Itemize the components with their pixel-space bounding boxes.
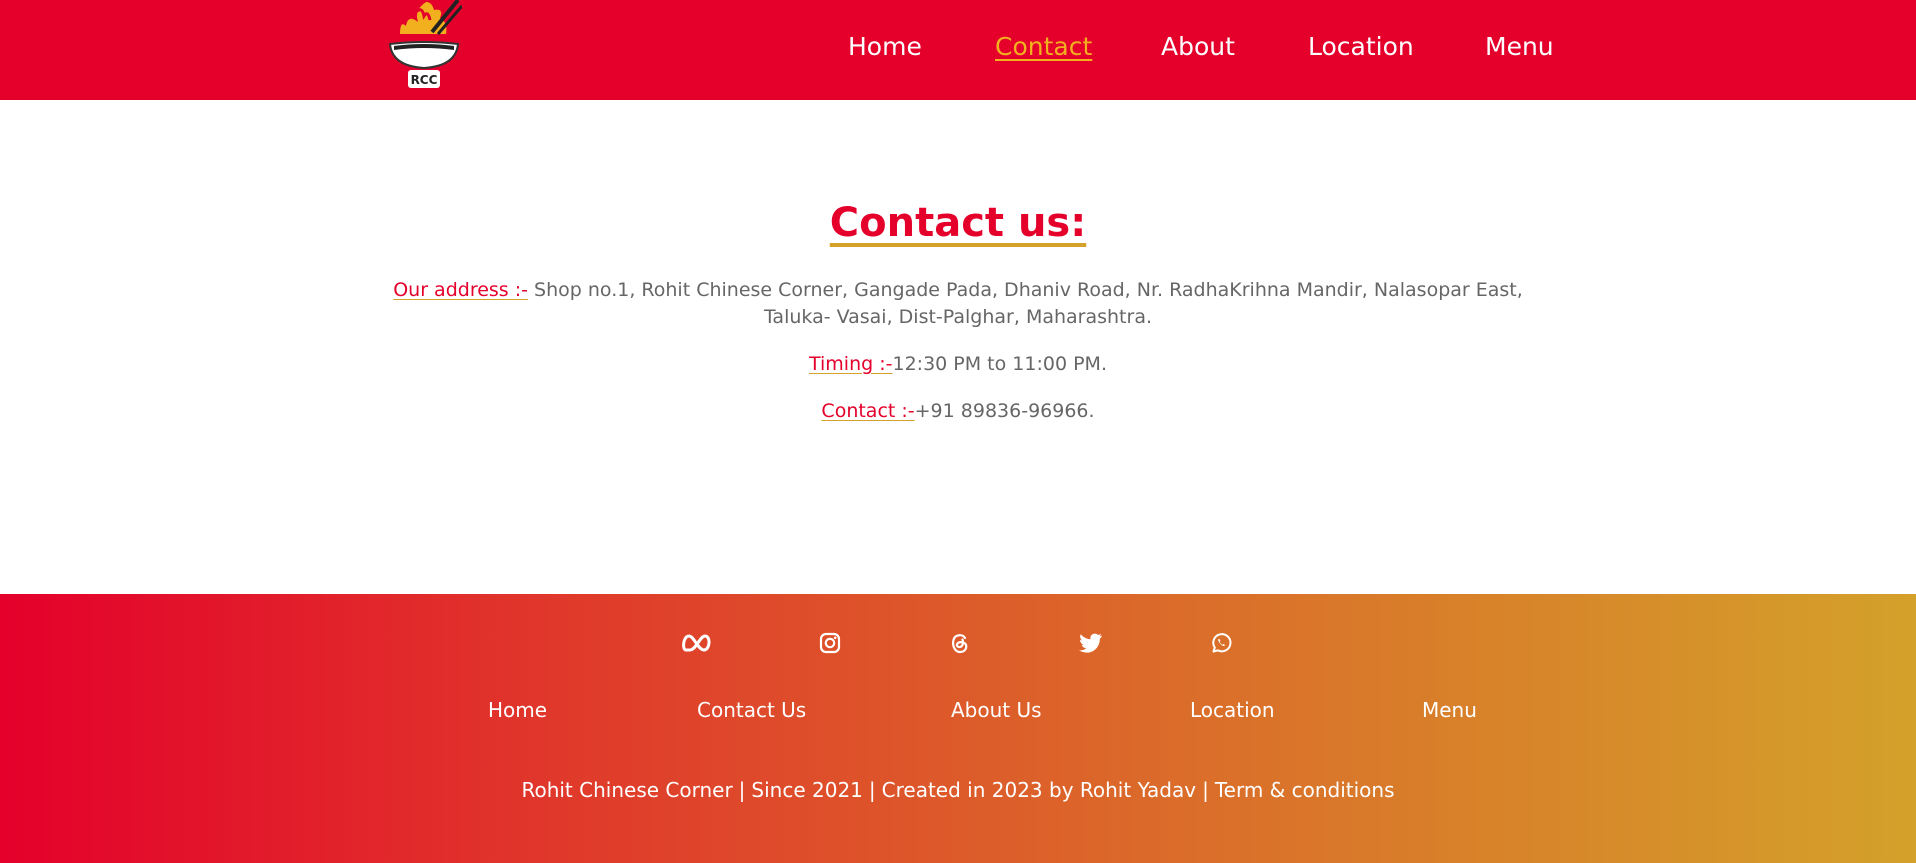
nav-location[interactable]: Location (1308, 32, 1414, 61)
footer-link-home[interactable]: Home (488, 698, 547, 722)
footer-link-contact-us[interactable]: Contact Us (697, 698, 806, 722)
page-title: Contact us: (0, 200, 1916, 246)
threads-icon[interactable] (945, 628, 975, 658)
since-text: Since 2021 (751, 778, 863, 802)
main-nav: Home Contact About Location Menu (0, 32, 1916, 72)
page-title-text: Contact us: (829, 200, 1087, 246)
instagram-icon[interactable] (815, 628, 845, 658)
address-line-2: Taluka- Vasai, Dist-Palghar, Maharashtra… (763, 306, 1153, 328)
meta-icon[interactable] (682, 628, 712, 658)
footer-link-about-us[interactable]: About Us (951, 698, 1042, 722)
phone-paragraph: Contact :-+91 89836-96966. (380, 398, 1536, 425)
contact-label: Contact :- (821, 400, 915, 422)
separator: | (1202, 778, 1209, 802)
whatsapp-icon[interactable] (1206, 628, 1236, 658)
address-label: Our address :- (393, 279, 528, 301)
created-by-text: Created in 2023 by Rohit Yadav (881, 778, 1197, 802)
nav-menu[interactable]: Menu (1485, 32, 1554, 61)
timing-paragraph: Timing :-12:30 PM to 11:00 PM. (380, 351, 1536, 378)
separator: | (738, 778, 746, 802)
timing-value: 12:30 PM to 11:00 PM. (892, 353, 1107, 375)
nav-home[interactable]: Home (848, 32, 922, 61)
address-paragraph: Our address :- Shop no.1, Rohit Chinese … (380, 277, 1536, 331)
timing-label: Timing :- (809, 353, 893, 375)
terms-link[interactable]: Term & conditions (1215, 778, 1395, 802)
site-header: RCC Home Contact About Location Menu (0, 0, 1916, 100)
address-line-1: Shop no.1, Rohit Chinese Corner, Gangade… (528, 279, 1523, 301)
nav-contact[interactable]: Contact (995, 32, 1092, 61)
contact-value[interactable]: +91 89836-96966. (915, 400, 1095, 422)
nav-about[interactable]: About (1161, 32, 1235, 61)
brand-name-text: Rohit Chinese Corner (521, 778, 733, 802)
twitter-icon[interactable] (1076, 628, 1106, 658)
footer-link-menu[interactable]: Menu (1422, 698, 1477, 722)
logo-text: RCC (411, 73, 438, 87)
contact-section: Contact us: Our address :- Shop no.1, Ro… (0, 100, 1916, 594)
site-footer: Home Contact Us About Us Location Menu R… (0, 594, 1916, 863)
separator: | (868, 778, 876, 802)
copyright-line: Rohit Chinese Corner | Since 2021 | Created … (0, 778, 1916, 802)
footer-link-location[interactable]: Location (1190, 698, 1275, 722)
